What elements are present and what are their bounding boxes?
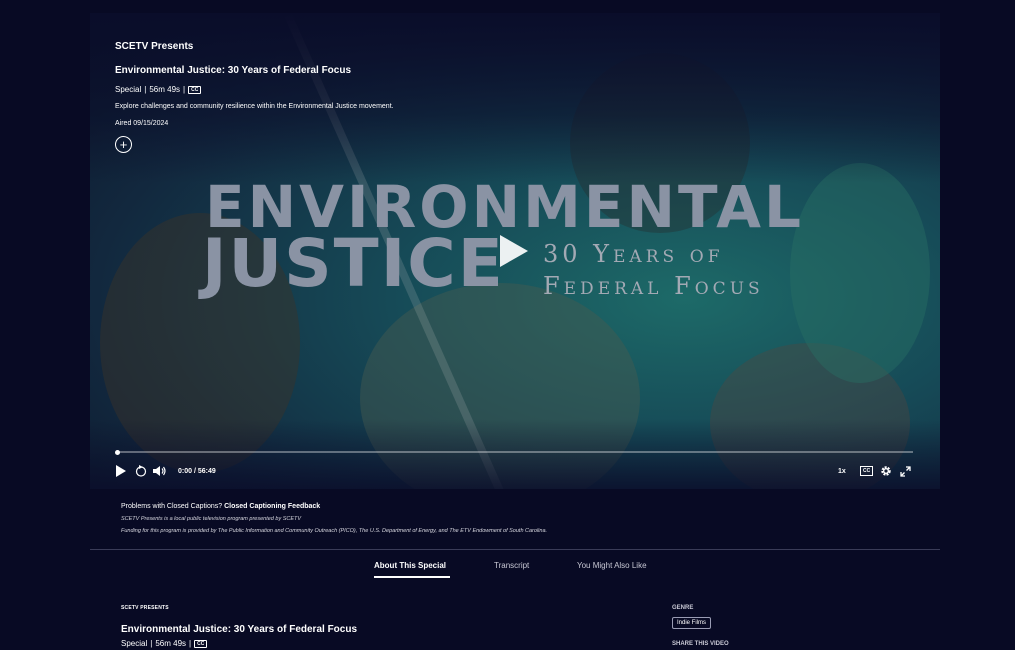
episode-description: Explore challenges and community resilie… (115, 103, 394, 110)
meta-separator: | (183, 85, 186, 94)
time-separator: / (193, 467, 196, 475)
funding-note: Funding for this program is provided by … (121, 528, 548, 534)
about-meta: Special | 56m 49s | CC (121, 639, 357, 648)
meta-separator: | (150, 639, 153, 648)
captions-button[interactable]: CC (860, 463, 874, 479)
active-tab-indicator (374, 576, 450, 578)
share-heading: SHARE THIS VIDEO (672, 641, 729, 647)
video-player[interactable]: ENVIRONMENTAL JUSTICE 30 Years of Federa… (90, 13, 940, 489)
video-info: SCETV Presents Environmental Justice: 30… (115, 41, 394, 153)
about-show-kicker[interactable]: SCETV PRESENTS (121, 605, 357, 611)
fullscreen-button[interactable] (900, 463, 911, 479)
aired-date: Aired 09/15/2024 (115, 120, 169, 127)
time-total: 56:49 (197, 467, 216, 475)
episode-title: Environmental Justice: 30 Years of Feder… (115, 65, 352, 76)
cc-feedback-link[interactable]: Closed Captioning Feedback (224, 503, 320, 510)
settings-button[interactable] (880, 463, 892, 479)
tab-about-this-special[interactable]: About This Special (374, 561, 446, 570)
time-display: 0:00 / 56:49 (178, 463, 216, 479)
poster-title-line: JUSTICE (202, 225, 505, 302)
tab-transcript[interactable]: Transcript (494, 561, 529, 570)
cc-icon: CC (860, 466, 874, 476)
time-current: 0:00 (178, 467, 193, 475)
show-name[interactable]: SCETV Presents (115, 41, 394, 52)
progress-bar[interactable] (115, 449, 913, 455)
about-section: SCETV PRESENTS Environmental Justice: 30… (121, 605, 357, 648)
about-type: Special (121, 639, 148, 648)
cc-badge-icon: CC (188, 85, 202, 94)
about-title: Environmental Justice: 30 Years of Feder… (121, 624, 358, 635)
replay-icon (135, 465, 147, 477)
fullscreen-icon (900, 465, 911, 477)
rewind-button[interactable] (135, 463, 147, 479)
play-button[interactable] (115, 463, 126, 479)
genre-heading: GENRE (672, 605, 694, 611)
cc-badge-icon: CC (194, 639, 208, 648)
play-icon (116, 465, 126, 477)
about-duration: 56m 49s (155, 639, 187, 648)
plus-circle-icon: + (119, 137, 128, 152)
poster-subtitle-line: 30 Years of (543, 240, 724, 268)
add-to-watchlist-button[interactable]: + (115, 136, 132, 153)
meta-separator: | (144, 85, 147, 94)
genre-tag[interactable]: Indie Films (672, 617, 712, 629)
cc-problem-text: Problems with Closed Captions? (121, 503, 223, 510)
tab-you-might-also-like[interactable]: You Might Also Like (577, 561, 647, 570)
volume-icon (153, 466, 166, 476)
side-info: GENRE Indie Films SHARE THIS VIDEO (672, 605, 729, 647)
episode-meta: Special | 56m 49s | CC (115, 85, 394, 94)
player-controls: 0:00 / 56:49 1x CC (115, 463, 915, 479)
volume-button[interactable] (153, 463, 167, 479)
page: ENVIRONMENTAL JUSTICE 30 Years of Federa… (0, 0, 1015, 650)
poster-figure (790, 163, 930, 383)
tab-bar: About This Special Transcript You Might … (0, 561, 1015, 581)
cc-feedback-line: Problems with Closed Captions? Closed Ca… (121, 503, 547, 510)
big-play-icon[interactable] (500, 235, 528, 267)
meta-separator: | (189, 639, 192, 648)
poster-subtitle-line: Federal Focus (543, 272, 764, 300)
divider (90, 549, 940, 550)
episode-type: Special (115, 85, 142, 94)
video-notes: Problems with Closed Captions? Closed Ca… (121, 503, 547, 534)
presenter-note: SCETV Presents is a local public televis… (121, 516, 302, 522)
gear-icon (881, 466, 891, 476)
episode-duration: 56m 49s (149, 85, 181, 94)
progress-handle[interactable] (115, 449, 120, 455)
playback-speed-button[interactable]: 1x (838, 463, 846, 479)
